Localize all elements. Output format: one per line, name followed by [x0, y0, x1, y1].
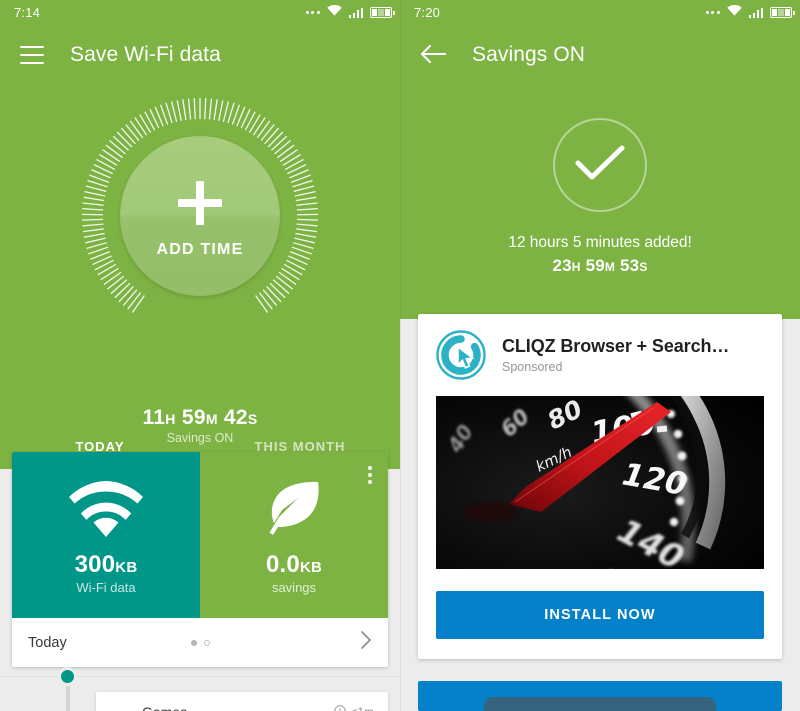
- stat-number-savings: 0.0: [265, 551, 300, 578]
- add-time-label: ADD TIME: [156, 241, 244, 258]
- app-bar-left: Save Wi-Fi data: [0, 24, 400, 86]
- remaining-hours: 23: [552, 256, 572, 275]
- page-title: Save Wi-Fi data: [70, 43, 221, 66]
- hero-dial-section: ADD TIME 11H 59M 42S Savings ON TODAY TH…: [0, 86, 400, 469]
- remaining-minutes: 59: [585, 256, 605, 275]
- battery-icon: [770, 6, 795, 18]
- ad-header: CLIQZ Browser + Search… Sponsored: [436, 330, 764, 380]
- stat-unit-savings: KB: [299, 559, 323, 576]
- status-icon-group: [305, 3, 395, 21]
- status-bar-right: 7:20: [400, 0, 800, 24]
- right-screen: 7:20 Savings ON 12 hours 5 minutes added…: [400, 0, 800, 711]
- battery-icon: [370, 6, 395, 18]
- install-now-button[interactable]: INSTALL NOW: [436, 591, 764, 639]
- timeline-event-card[interactable]: Games <1m: [96, 692, 388, 711]
- stat-tile-savings[interactable]: 0.0KB savings: [200, 452, 388, 618]
- remaining-seconds: 53: [620, 256, 640, 275]
- ad-media-speedometer[interactable]: 40 60 80 100 120 140 160 km/h: [436, 396, 764, 569]
- confirmation-section: 12 hours 5 minutes added! 23H 59M 53S: [400, 86, 800, 319]
- timeline-rule: [0, 676, 400, 677]
- timeline-line: [65, 682, 70, 711]
- remaining-seconds-unit: S: [639, 260, 648, 274]
- leaf-icon: [265, 475, 323, 537]
- stats-footer-row[interactable]: Today: [12, 618, 388, 667]
- ellipsis-icon: [305, 10, 320, 14]
- kebab-menu-icon[interactable]: [368, 466, 372, 484]
- stat-unit-wifi: KB: [115, 559, 138, 576]
- remaining-minutes-unit: M: [604, 260, 616, 274]
- sponsored-label: Sponsored: [502, 360, 563, 374]
- wifi-icon: [69, 475, 143, 537]
- stats-card: 300KB Wi-Fi data 0.0KB savings Today: [12, 452, 388, 667]
- signal-bars-icon: [748, 7, 763, 18]
- speedometer-photo: 40 60 80 100 120 140 160 km/h: [436, 396, 764, 569]
- left-screen: 7:14 Save Wi-Fi data ADD TIME 11H 59M 42…: [0, 0, 400, 711]
- status-time: 7:20: [414, 4, 441, 20]
- stat-label-savings: savings: [271, 580, 317, 595]
- check-circle: [553, 118, 647, 212]
- back-arrow-icon[interactable]: [420, 44, 446, 66]
- signal-bars-icon: [348, 7, 363, 18]
- pagination-dots: [12, 639, 388, 646]
- remaining-hours-unit: H: [571, 260, 581, 274]
- wifi-icon: [726, 3, 742, 21]
- ellipsis-icon: [705, 10, 720, 14]
- secondary-ad-card[interactable]: [418, 681, 782, 711]
- timeline-dot: [61, 670, 74, 683]
- hamburger-icon[interactable]: [20, 46, 44, 64]
- app-bar-right: Savings ON: [400, 24, 800, 86]
- event-duration-label: <1m: [350, 705, 374, 711]
- cliqz-cursor-logo-icon: [436, 330, 486, 380]
- stats-row: 300KB Wi-Fi data 0.0KB savings: [12, 452, 388, 618]
- status-time: 7:14: [14, 4, 41, 20]
- stat-number-wifi: 300: [74, 551, 116, 578]
- plus-icon: [178, 181, 222, 225]
- page-title: Savings ON: [472, 43, 586, 66]
- dial-wrapper: ADD TIME: [0, 96, 400, 336]
- remaining-time: 23H 59M 53S: [400, 256, 800, 276]
- stat-value-savings: 0.0KB: [266, 551, 322, 579]
- event-app-name: Games: [142, 704, 187, 711]
- secondary-ad-inner-panel: [484, 697, 716, 711]
- sponsored-ad-card: CLIQZ Browser + Search… Sponsored 40 60 …: [418, 314, 782, 659]
- status-icon-group: [705, 3, 795, 21]
- check-icon: [574, 143, 626, 188]
- time-dial[interactable]: ADD TIME: [80, 96, 320, 336]
- add-time-button[interactable]: ADD TIME: [120, 136, 280, 296]
- stat-label-wifi: Wi-Fi data: [76, 580, 136, 595]
- install-now-label: INSTALL NOW: [544, 607, 656, 623]
- stat-value-wifi: 300KB: [75, 551, 138, 579]
- added-message: 12 hours 5 minutes added!: [508, 234, 692, 251]
- ad-text-block: CLIQZ Browser + Search… Sponsored: [502, 336, 729, 374]
- pane-divider: [400, 0, 401, 711]
- clock-icon: [334, 704, 347, 711]
- status-bar-left: 7:14: [0, 0, 400, 24]
- dual-screenshot-container: 7:14 Save Wi-Fi data ADD TIME 11H 59M 42…: [0, 0, 800, 711]
- event-duration: <1m: [334, 704, 374, 711]
- ad-title: CLIQZ Browser + Search…: [502, 336, 730, 356]
- stat-tile-wifi-data[interactable]: 300KB Wi-Fi data: [12, 452, 200, 618]
- wifi-icon: [326, 3, 342, 21]
